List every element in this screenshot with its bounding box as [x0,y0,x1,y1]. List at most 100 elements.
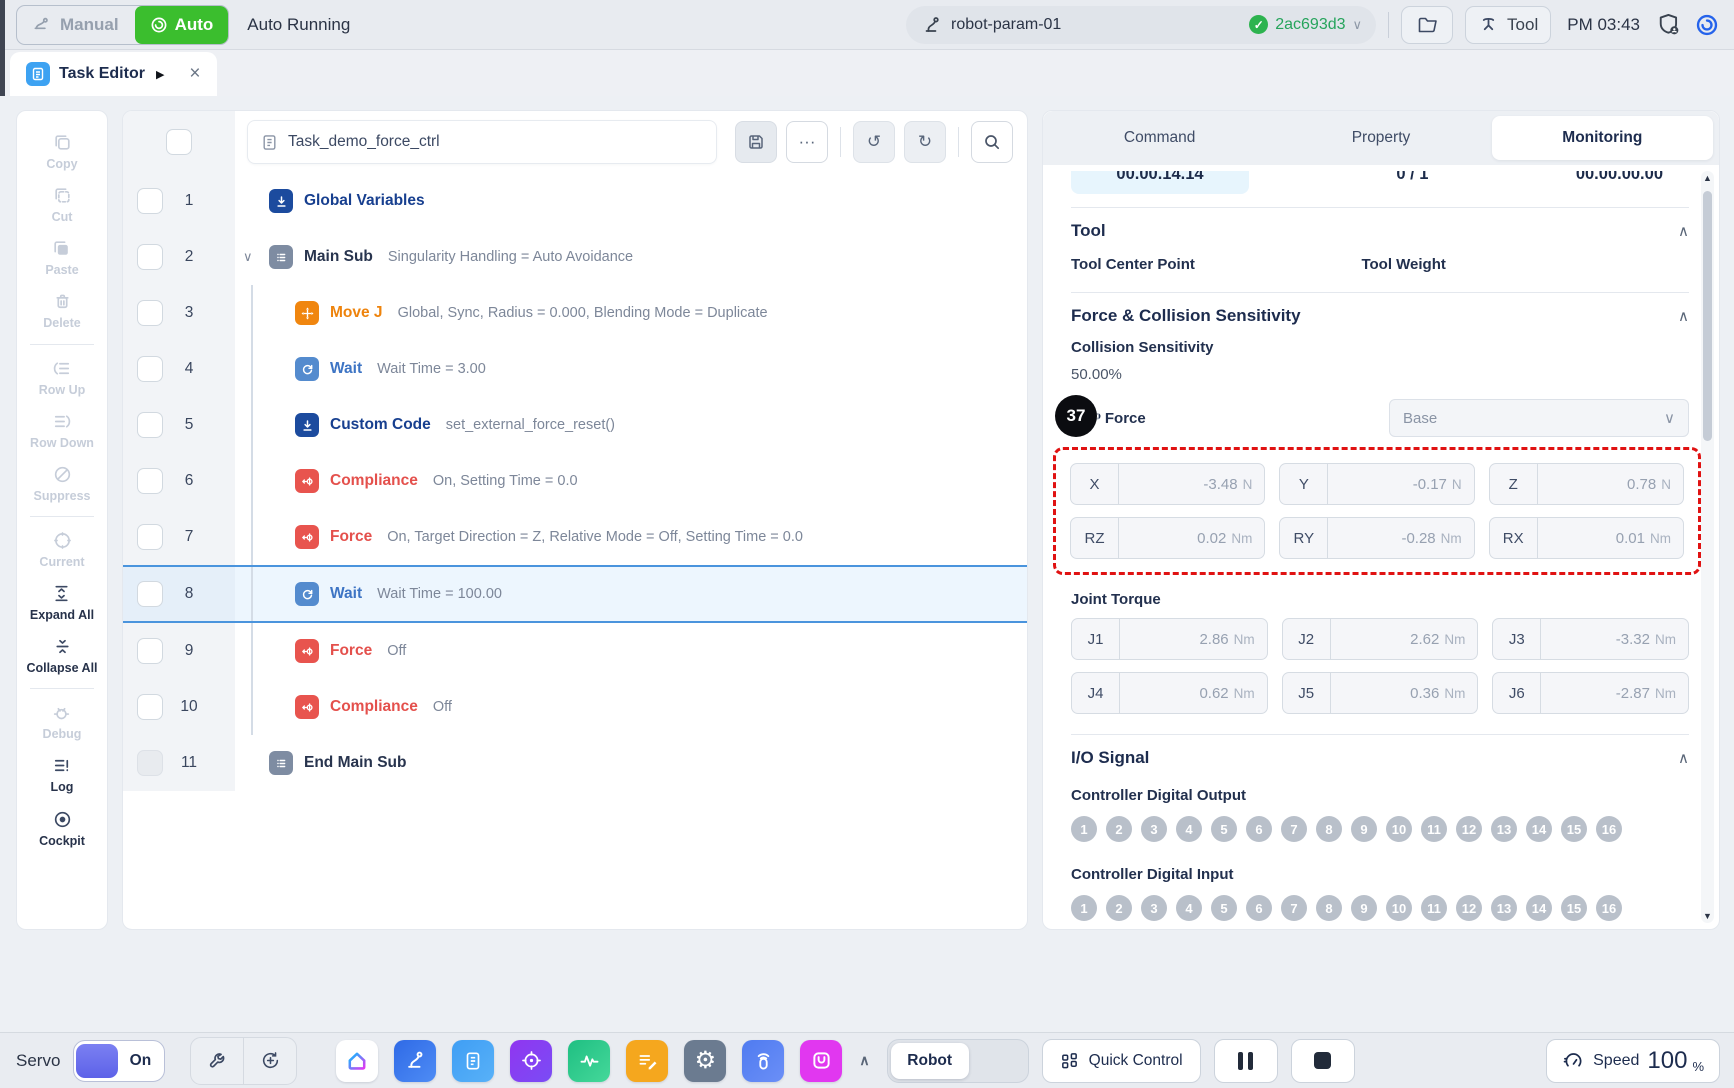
cockpit-button[interactable]: Cockpit [39,809,85,848]
copy-button[interactable]: Copy [46,132,77,171]
row-checkbox[interactable] [137,356,163,382]
cut-button[interactable]: Cut [52,185,73,224]
task-row[interactable]: 9 Force Off [123,623,1027,679]
auto-mode-button[interactable]: Auto [135,6,229,44]
compliance-icon [295,469,319,493]
more-options-button[interactable]: ··· [786,121,828,163]
task-row[interactable]: 3 Move J Global, Sync, Radius = 0.000, B… [123,285,1027,341]
servo-toggle[interactable]: On [73,1040,165,1082]
save-button[interactable] [735,121,777,163]
row-checkbox[interactable] [137,694,163,720]
tab-task-editor[interactable]: Task Editor ▶ × [10,52,217,96]
auto-swirl-icon [150,16,168,34]
panel-scrollbar[interactable]: ▲ ▼ [1701,171,1714,923]
scroll-up-icon[interactable]: ▲ [1701,173,1714,183]
close-icon[interactable]: × [189,63,200,85]
collapse-chevron-icon[interactable]: ∨ [243,249,269,265]
row-checkbox[interactable] [137,468,163,494]
digital-input-channel: 5 [1211,895,1237,921]
collapse-all-button[interactable]: Collapse All [26,636,97,675]
task-row[interactable]: 4 Wait Wait Time = 3.00 [123,341,1027,397]
row-checkbox[interactable] [137,524,163,550]
digital-input-channel: 15 [1561,895,1587,921]
search-button[interactable] [971,121,1013,163]
tcp-force-field: RX 0.01Nm [1489,517,1684,559]
row-checkbox[interactable] [137,300,163,326]
undo-icon: ↺ [867,132,881,152]
tab-command[interactable]: Command [1049,116,1270,160]
force-section-header[interactable]: Force & Collision Sensitivity ∧ [1071,293,1689,339]
redo-button[interactable]: ↻ [904,121,946,163]
chevron-down-icon[interactable]: ∨ [1353,17,1363,33]
monitoring-content: 00.00.14.14 0 / 1 00.00.00.00 Tool ∧ Too… [1043,165,1719,930]
task-row[interactable]: 5 Custom Code set_external_force_reset() [123,397,1027,453]
select-all-checkbox[interactable] [166,129,192,155]
row-checkbox[interactable] [137,412,163,438]
speed-control[interactable]: Speed 100 % [1546,1039,1720,1083]
log-icon [51,755,72,776]
delete-button[interactable]: Delete [43,291,81,330]
robot-mode-toggle[interactable]: Robot [887,1039,1029,1083]
tab-property[interactable]: Property [1270,116,1491,160]
pendant-app-icon[interactable] [800,1040,842,1082]
task-row[interactable]: 7 Force On, Target Direction = Z, Relati… [123,509,1027,565]
stop-button[interactable] [1291,1039,1355,1083]
row-down-button[interactable]: Row Down [30,411,94,450]
task-row[interactable]: 6 Compliance On, Setting Time = 0.0 [123,453,1027,509]
row-checkbox[interactable] [137,244,163,270]
dock-collapse-icon[interactable]: ∧ [859,1052,869,1069]
row-checkbox[interactable] [137,581,163,607]
tool-weight-label: Tool Weight [1361,256,1445,273]
wrench-button[interactable] [191,1038,243,1084]
reference-frame-select[interactable]: Base ∨ [1389,399,1689,437]
undo-button[interactable]: ↺ [853,121,895,163]
task-row[interactable]: 11 End Main Sub [123,735,1027,791]
task-row[interactable]: 1 Global Variables [123,173,1027,229]
monitor-app-icon[interactable] [568,1040,610,1082]
debug-button[interactable]: Debug [43,702,82,741]
current-button[interactable]: Current [39,530,84,569]
paste-icon [51,238,72,259]
tool-section-header[interactable]: Tool ∧ [1071,208,1689,254]
tool-button[interactable]: Tool [1465,6,1551,44]
log-button[interactable]: Log [51,755,74,794]
home-app-icon[interactable] [336,1040,378,1082]
task-row[interactable]: 2 ∨ Main Sub Singularity Handling = Auto… [123,229,1027,285]
safety-shield-icon[interactable] [1656,12,1682,38]
robot-selector[interactable]: robot-param-01 ✓ 2ac693d3 ∨ [906,6,1376,44]
task-app-icon[interactable] [452,1040,494,1082]
chevron-down-icon: ∨ [1664,409,1675,427]
remote-app-icon[interactable] [742,1040,784,1082]
robot-app-icon[interactable] [394,1040,436,1082]
cockpit-app-icon[interactable] [510,1040,552,1082]
timer-vortex-icon[interactable] [1694,12,1720,38]
row-up-button[interactable]: Row Up [39,358,86,397]
tool-button-label: Tool [1507,15,1538,35]
scrollbar-thumb[interactable] [1703,191,1712,441]
motion-sync-button[interactable] [244,1038,296,1084]
row-checkbox[interactable] [137,638,163,664]
robot-arm-icon [922,15,942,35]
log-app-icon[interactable] [626,1040,668,1082]
io-section-header[interactable]: I/O Signal ∧ [1071,735,1689,781]
manual-mode-button[interactable]: Manual [17,6,135,44]
scroll-down-icon[interactable]: ▼ [1701,911,1714,921]
speed-unit: % [1692,1059,1704,1082]
suppress-button[interactable]: Suppress [34,464,91,503]
sync-check-icon: ✓ [1249,15,1268,34]
expand-all-button[interactable]: Expand All [30,583,94,622]
task-row[interactable]: 10 Compliance Off [123,679,1027,735]
task-row-selected[interactable]: 8 Wait Wait Time = 100.00 [123,565,1027,623]
digital-output-channel: 8 [1316,816,1342,842]
servo-toggle-knob [76,1044,118,1078]
pause-button[interactable] [1214,1039,1278,1083]
paste-button[interactable]: Paste [45,238,78,277]
open-file-button[interactable] [1401,6,1453,44]
joint-torque-field: J3 -3.32Nm [1492,618,1689,660]
task-name-input[interactable]: Task_demo_force_ctrl [247,120,717,164]
tab-monitoring[interactable]: Monitoring [1492,116,1713,160]
quick-control-button[interactable]: Quick Control [1042,1039,1201,1083]
row-checkbox[interactable] [137,188,163,214]
digital-output-channel: 2 [1106,816,1132,842]
settings-app-icon[interactable]: ⚙ [684,1040,726,1082]
